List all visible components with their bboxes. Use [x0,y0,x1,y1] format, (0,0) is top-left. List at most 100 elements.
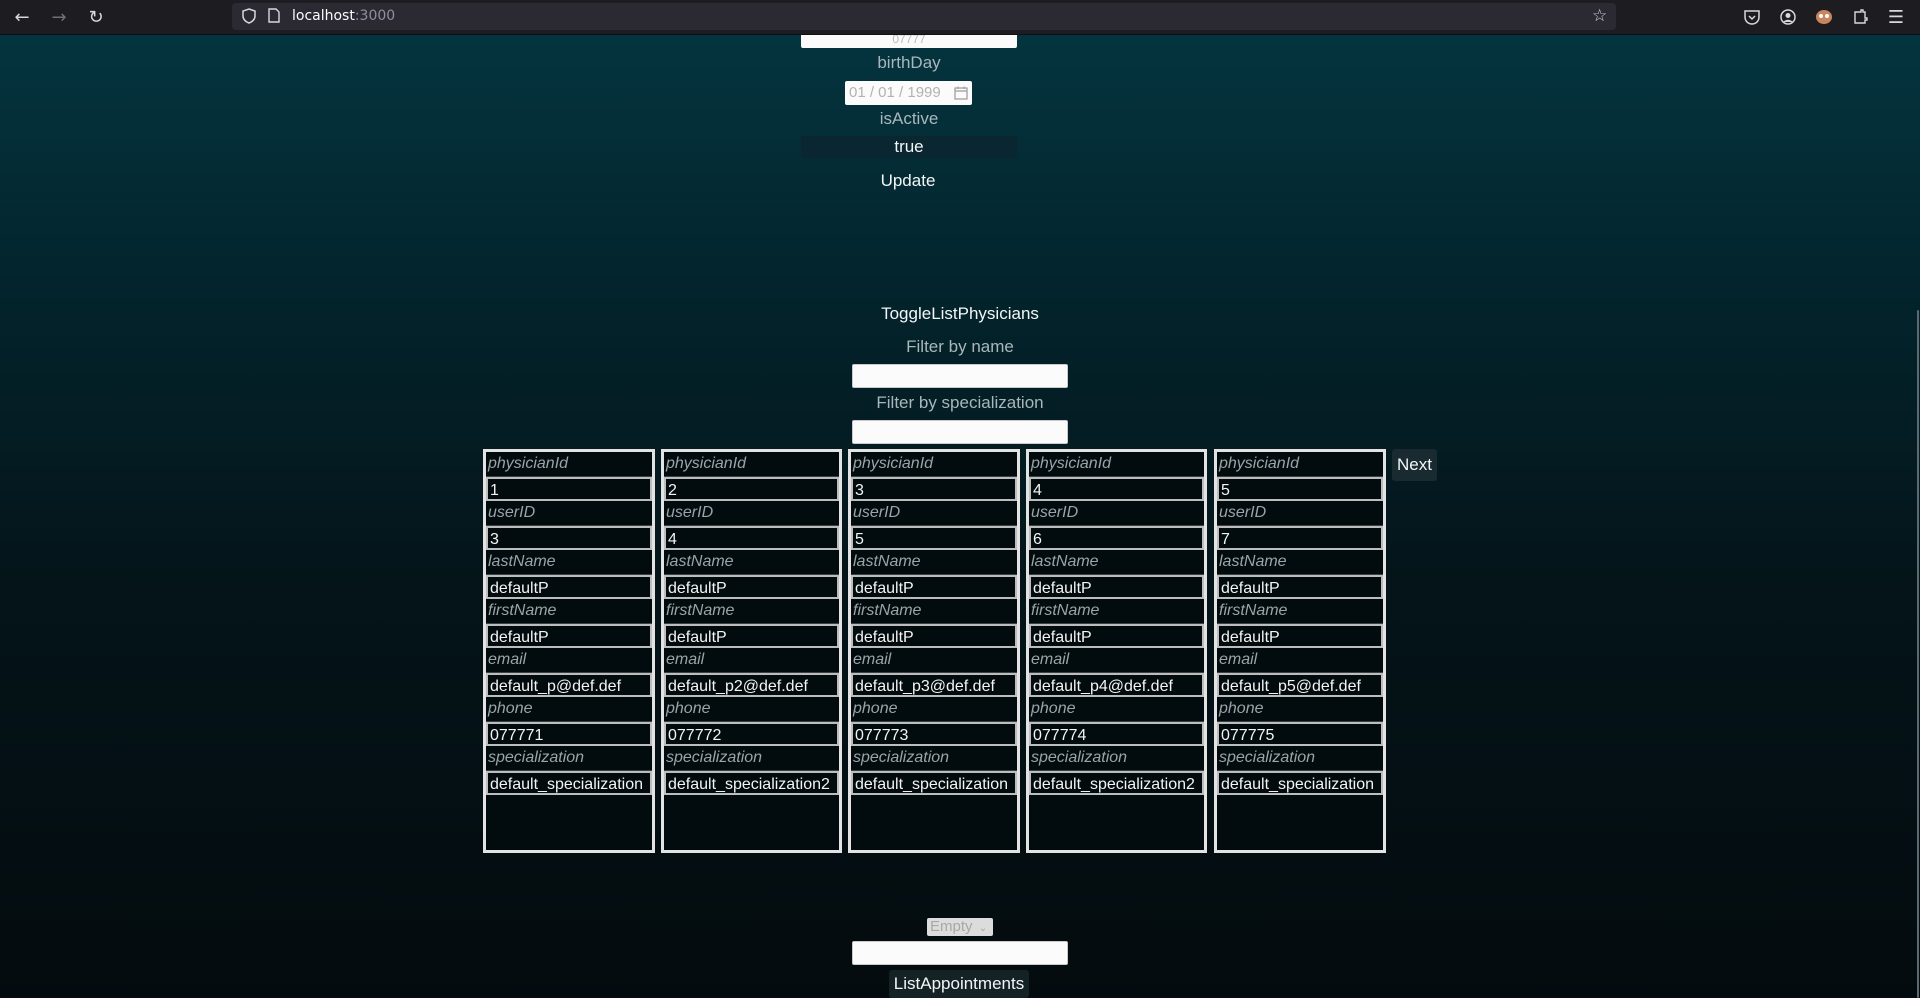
list-appointments-button[interactable]: ListAppointments [889,970,1029,998]
page-icon [268,8,280,27]
physician-field-label-email: email [486,648,652,673]
physician-field-value-email[interactable]: default_p2@def.def [664,673,839,697]
physician-field-value-email[interactable]: default_p4@def.def [1029,673,1204,697]
physician-field-value-phone[interactable]: 077775 [1217,722,1383,746]
shield-icon[interactable] [242,8,256,28]
url-text: localhost:3000 [292,8,396,24]
physician-field-value-physicianid[interactable]: 2 [664,477,839,501]
appointment-physician-select[interactable]: Empty ⌄ [927,918,993,936]
physician-field-label-specialization: specialization [486,746,652,771]
physician-field-value-physicianid[interactable]: 4 [1029,477,1204,501]
physician-field-value-phone[interactable]: 077773 [851,722,1017,746]
toggle-list-physicians-button[interactable]: ToggleListPhysicians [860,304,1060,324]
physician-field-value-lastname[interactable]: defaultP [664,575,839,599]
filter-specialization-input[interactable] [852,420,1068,444]
physician-field-label-firstname: firstName [851,599,1017,624]
physician-field-label-physicianid: physicianId [851,452,1017,477]
physician-field-value-firstname[interactable]: defaultP [664,624,839,648]
bookmark-star-icon[interactable]: ☆ [1592,6,1607,26]
physician-field-value-lastname[interactable]: defaultP [1217,575,1383,599]
physician-field-label-userid: userID [664,501,839,526]
physician-field-value-specialization[interactable]: default_specialization2 [664,771,839,795]
physician-field-label-firstname: firstName [486,599,652,624]
physician-field-label-lastname: lastName [1029,550,1204,575]
physician-card: physicianId 4 userID 6 lastName defaultP first… [1026,449,1207,853]
physician-field-value-lastname[interactable]: defaultP [486,575,652,599]
physician-field-label-firstname: firstName [1217,599,1383,624]
physician-field-value-firstname[interactable]: defaultP [851,624,1017,648]
filter-name-label: Filter by name [906,337,1014,356]
birthday-label: birthDay [877,53,941,72]
address-bar[interactable]: localhost:3000 ☆ [232,3,1616,30]
back-arrow-icon[interactable]: ← [8,4,36,30]
physician-card: physicianId 2 userID 4 lastName defaultP first… [661,449,842,853]
page-content: 07777 birthDay 01 / 01 / 1999 isActive t… [0,35,1920,998]
extension-avatar-icon[interactable] [1810,4,1838,30]
physician-field-label-email: email [851,648,1017,673]
physician-field-value-userid[interactable]: 6 [1029,526,1204,550]
physician-field-value-physicianid[interactable]: 5 [1217,477,1383,501]
physician-field-value-physicianid[interactable]: 3 [851,477,1017,501]
physician-field-value-firstname[interactable]: defaultP [1217,624,1383,648]
physician-field-value-specialization[interactable]: default_specialization2 [1029,771,1204,795]
phone-field-partial[interactable]: 07777 [801,35,1017,48]
physician-field-value-lastname[interactable]: defaultP [1029,575,1204,599]
calendar-icon[interactable] [954,81,968,107]
forward-arrow-icon[interactable]: → [45,4,73,30]
physician-field-label-lastname: lastName [1217,550,1383,575]
browser-toolbar: ← → ↻ localhost:3000 ☆ ☰ [0,0,1920,35]
isactive-select[interactable]: true [801,136,1017,158]
menu-icon[interactable]: ☰ [1882,4,1910,30]
physician-field-label-phone: phone [486,697,652,722]
physician-field-value-physicianid[interactable]: 1 [486,477,652,501]
isactive-label: isActive [879,109,939,128]
physician-field-value-email[interactable]: default_p@def.def [486,673,652,697]
physician-field-label-physicianid: physicianId [1217,452,1383,477]
physician-field-value-firstname[interactable]: defaultP [486,624,652,648]
physician-field-value-phone[interactable]: 077772 [664,722,839,746]
extensions-icon[interactable] [1846,4,1874,30]
physician-field-value-userid[interactable]: 7 [1217,526,1383,550]
physician-field-value-specialization[interactable]: default_specialization [486,771,652,795]
physician-field-value-specialization[interactable]: default_specialization [1217,771,1383,795]
physician-field-label-lastname: lastName [486,550,652,575]
physician-field-value-email[interactable]: default_p5@def.def [1217,673,1383,697]
physician-field-label-phone: phone [664,697,839,722]
physician-card: physicianId 3 userID 5 lastName defaultP first… [848,449,1020,853]
appointment-select-value: Empty [930,918,973,935]
appointment-input[interactable] [852,941,1068,965]
update-button[interactable]: Update [860,171,956,191]
physician-field-value-userid[interactable]: 4 [664,526,839,550]
physician-field-value-userid[interactable]: 3 [486,526,652,550]
physician-field-label-specialization: specialization [1217,746,1383,771]
birthday-date-input[interactable]: 01 / 01 / 1999 [845,81,972,105]
physician-field-label-firstname: firstName [664,599,839,624]
birthday-value: 01 / 01 / 1999 [849,84,941,101]
physician-field-label-phone: phone [851,697,1017,722]
scrollbar-thumb[interactable] [1917,310,1919,998]
physician-field-label-physicianid: physicianId [1029,452,1204,477]
physician-field-label-phone: phone [1029,697,1204,722]
reload-icon[interactable]: ↻ [82,4,110,30]
physician-field-value-email[interactable]: default_p3@def.def [851,673,1017,697]
physician-field-label-userid: userID [851,501,1017,526]
physician-field-label-physicianid: physicianId [486,452,652,477]
physician-field-label-lastname: lastName [851,550,1017,575]
account-icon[interactable] [1774,4,1802,30]
physician-field-value-firstname[interactable]: defaultP [1029,624,1204,648]
physician-field-value-phone[interactable]: 077774 [1029,722,1204,746]
physician-field-value-userid[interactable]: 5 [851,526,1017,550]
physician-field-label-physicianid: physicianId [664,452,839,477]
physician-field-value-phone[interactable]: 077771 [486,722,652,746]
physician-field-value-specialization[interactable]: default_specialization [851,771,1017,795]
pocket-icon[interactable] [1738,4,1766,30]
chevron-down-icon: ⌄ [978,923,988,934]
physician-field-label-userid: userID [1029,501,1204,526]
physician-field-value-lastname[interactable]: defaultP [851,575,1017,599]
physician-card: physicianId 5 userID 7 lastName defaultP first… [1214,449,1386,853]
physician-field-label-email: email [1217,648,1383,673]
physician-field-label-lastname: lastName [664,550,839,575]
filter-name-input[interactable] [852,364,1068,388]
next-page-button[interactable]: Next [1392,449,1437,481]
physician-field-label-userid: userID [1217,501,1383,526]
